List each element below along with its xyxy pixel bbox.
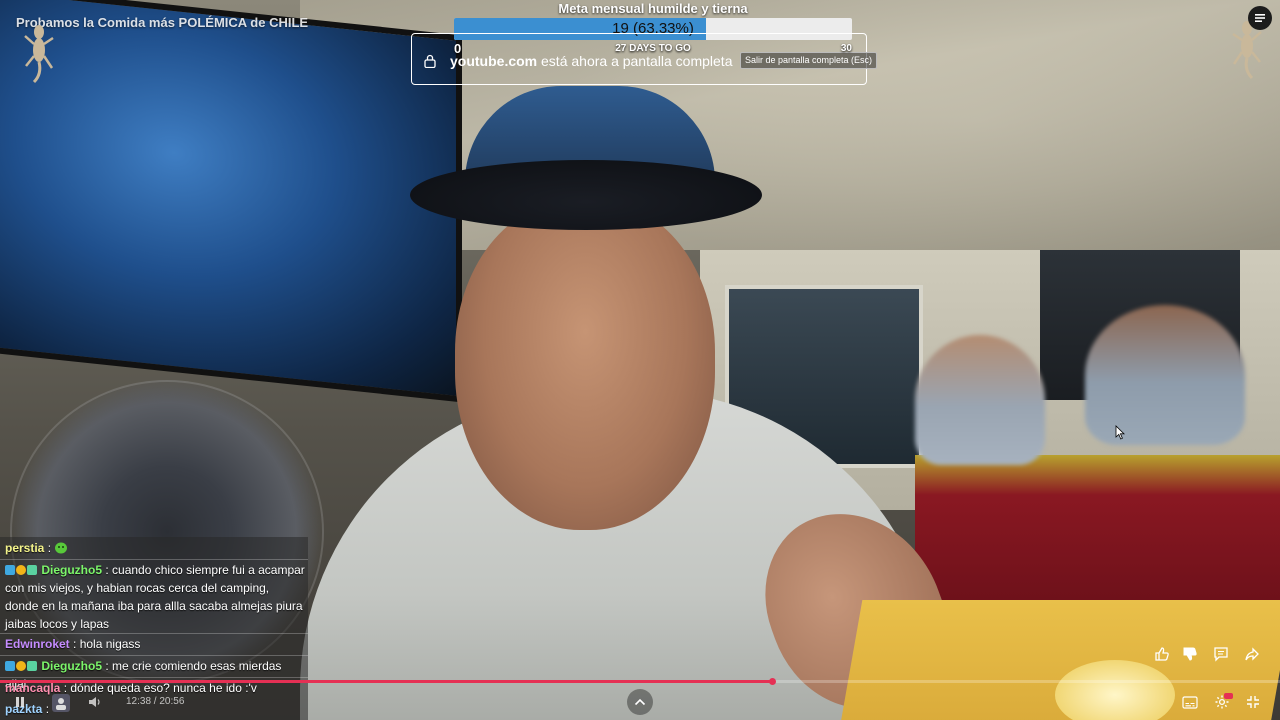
chat-text: dónde queda eso? nunca he ido :'v (70, 681, 257, 695)
volume-button[interactable] (86, 694, 104, 710)
goal-days-label: 27 DAYS TO GO (615, 43, 691, 54)
pause-button[interactable] (12, 694, 28, 710)
chat-message: Edwinroket : hola nigass (5, 635, 305, 653)
chat-separator: : (102, 563, 113, 577)
share-icon (1245, 647, 1259, 661)
video-progress-bar[interactable] (0, 678, 1280, 685)
thumbs-down-icon (1183, 647, 1197, 661)
chat-divider (0, 559, 308, 560)
chat-username: Edwinroket (5, 637, 70, 651)
chat-username: Dieguzho5 (41, 563, 103, 577)
queue-menu-button[interactable] (1248, 6, 1272, 30)
lock-icon (424, 54, 436, 68)
like-button[interactable] (1152, 644, 1172, 664)
comment-button[interactable] (1211, 644, 1231, 664)
chat-divider (0, 655, 308, 656)
bits-badge-icon (16, 565, 26, 575)
chat-username: mancaqla (5, 681, 61, 695)
comment-icon (1214, 647, 1228, 662)
queue-menu-icon (1255, 14, 1265, 22)
chat-message: Dieguzho5 : cuando chico siempre fui a a… (5, 561, 305, 633)
gift-badge-icon (27, 565, 37, 575)
avatar (52, 694, 70, 712)
bits-badge-icon (16, 661, 26, 671)
sub-badge-icon (5, 565, 15, 575)
video-hat-brim (410, 160, 762, 230)
exit-fullscreen-button[interactable] (1243, 692, 1263, 712)
chat-message: perstia : (5, 539, 305, 557)
expand-button[interactable] (627, 689, 653, 715)
share-button[interactable] (1242, 644, 1262, 664)
pause-icon (16, 697, 24, 707)
exit-fullscreen-icon (1247, 696, 1259, 708)
exit-fullscreen-hint-button[interactable]: Salir de pantalla completa (Esc) (740, 52, 878, 69)
goal-title: Meta mensual humilde y tierna (558, 1, 748, 16)
subtitles-button[interactable] (1180, 693, 1200, 711)
subtitles-icon (1182, 695, 1198, 709)
thumbs-up-icon (1155, 647, 1169, 661)
goal-max-label: 30 (840, 43, 852, 54)
fullscreen-message-text: está ahora a pantalla completa (537, 53, 733, 69)
avatar-icon (56, 698, 66, 710)
hd-badge (1224, 693, 1233, 699)
chat-separator: : (42, 702, 50, 716)
chat-separator: : (69, 637, 80, 651)
video-face (455, 200, 715, 530)
video-red-table (915, 455, 1280, 615)
chat-separator: : (102, 659, 113, 673)
video-time: 12:38 / 20:56 (126, 696, 185, 707)
gecko-icon (24, 25, 54, 84)
chat-overlay: perstia : Dieguzho5 : cuando chico siemp… (0, 537, 308, 720)
mouse-cursor-icon (1115, 425, 1125, 440)
chevron-up-icon (634, 698, 646, 706)
chat-divider (0, 677, 308, 678)
video-progress-fill (0, 680, 773, 683)
chat-username: Dieguzho5 (41, 659, 103, 673)
volume-icon (89, 697, 100, 707)
sub-badge-icon (5, 661, 15, 671)
chat-separator: : (44, 541, 55, 555)
fullscreen-domain: youtube.com (450, 53, 538, 69)
fullscreen-notice: youtube.com está ahora a pantalla comple… (411, 33, 878, 85)
dislike-button[interactable] (1180, 644, 1200, 664)
video-title[interactable]: Probamos la Comida más POLÉMICA de CHILE (16, 15, 308, 30)
chat-divider (0, 633, 308, 634)
settings-button[interactable] (1211, 692, 1233, 712)
chat-text: hola nigass (79, 637, 141, 651)
chat-separator: : (60, 681, 71, 695)
green-face-emote-icon (55, 542, 68, 554)
video-background-person (1085, 305, 1245, 445)
fullscreen-message: youtube.com está ahora a pantalla comple… (450, 53, 732, 69)
gift-badge-icon (27, 661, 37, 671)
chat-username: perstia (5, 541, 45, 555)
video-main-person (300, 80, 970, 720)
